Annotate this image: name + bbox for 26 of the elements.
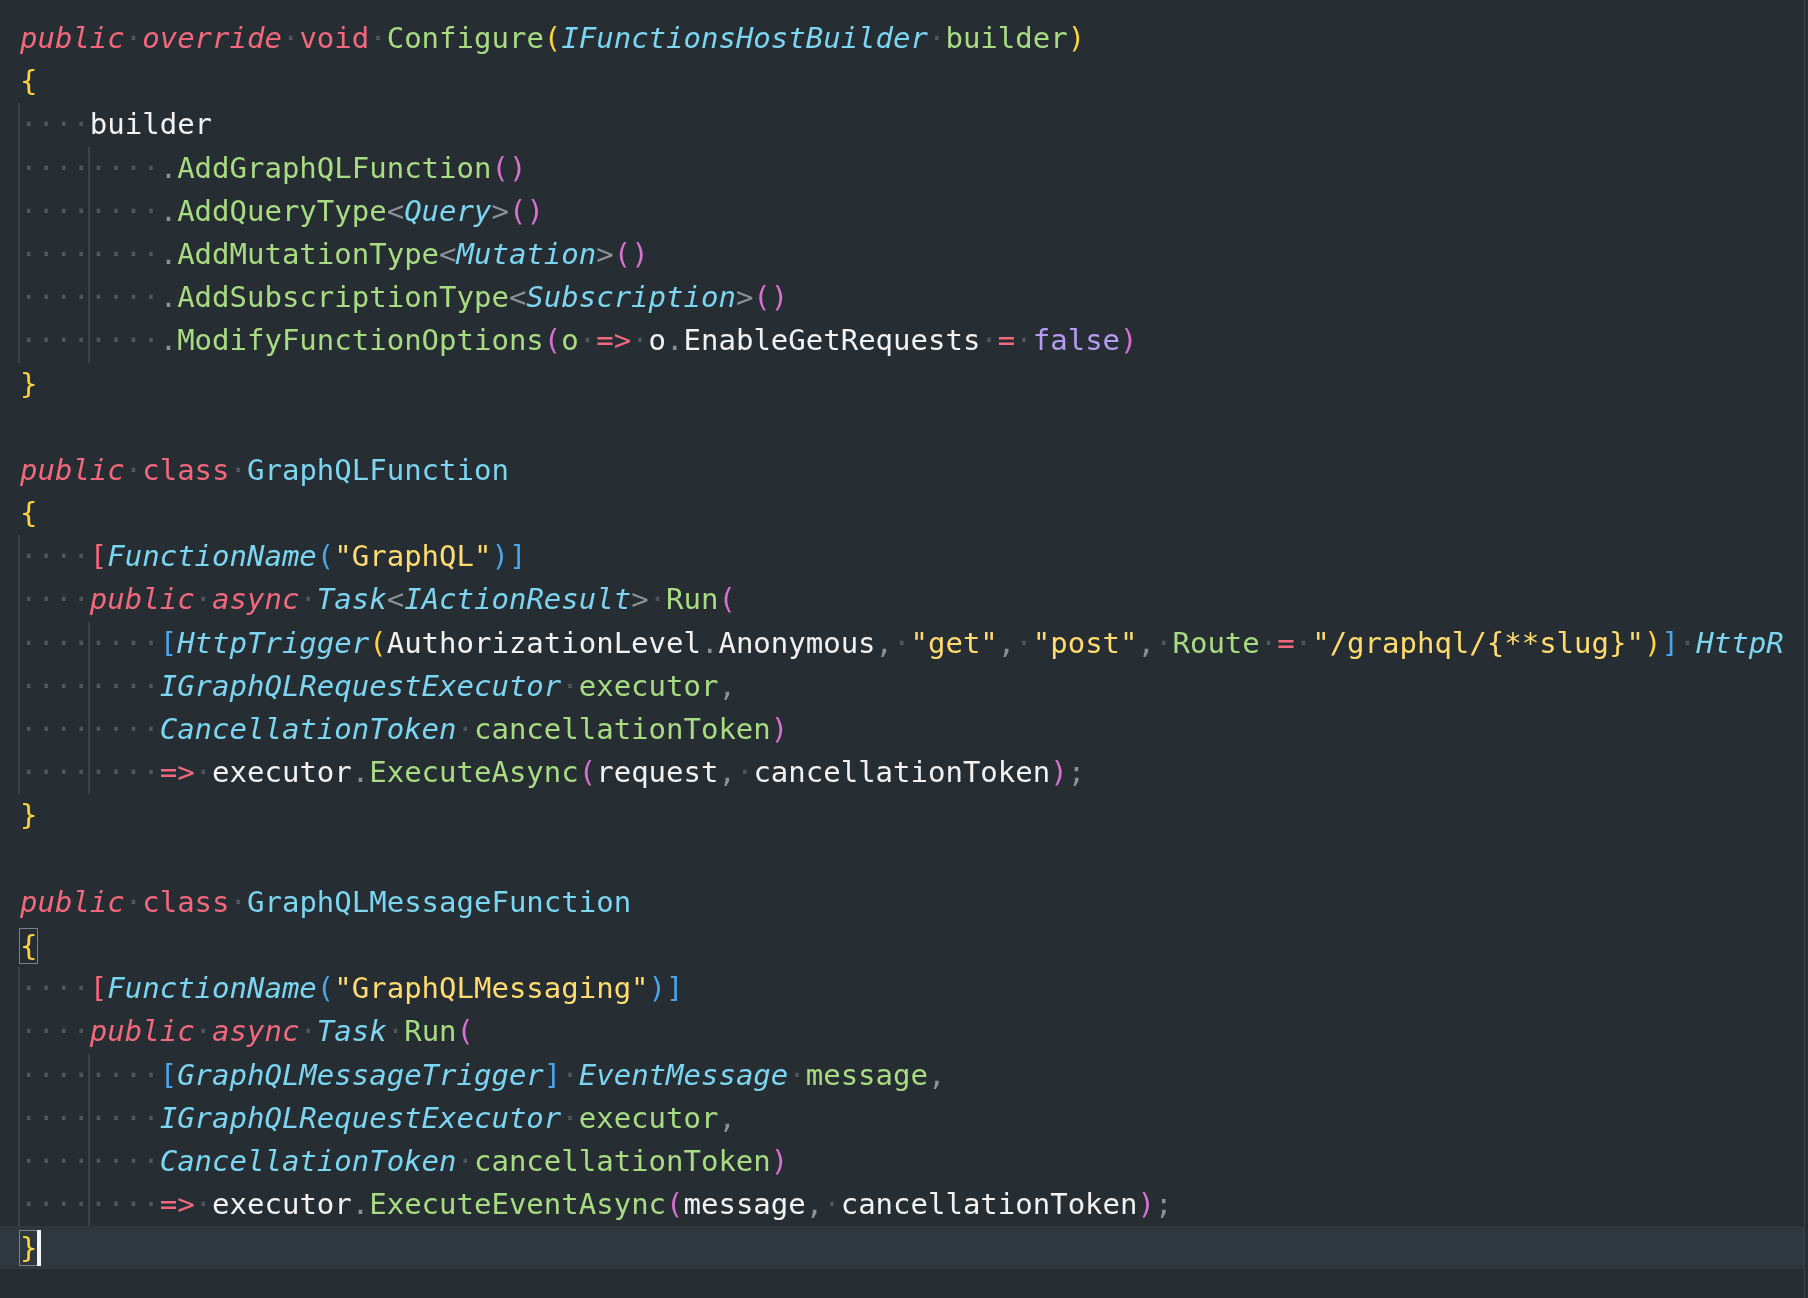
code-line: ····public·async·Task·Run(: [0, 1010, 1804, 1054]
code-line: ····[FunctionName("GraphQLMessaging")]: [0, 967, 1804, 1011]
code-line: ········IGraphQLRequestExecutor·executor,: [0, 1096, 1804, 1140]
code-line: ········=>·executor.ExecuteAsync(request,·cancellationToken);: [0, 751, 1804, 795]
code-line: ····[FunctionName("GraphQL")]: [0, 535, 1804, 579]
code-line: public·class·GraphQLFunction: [19, 451, 510, 489]
code-line: ········CancellationToken·cancellationToken): [0, 708, 1804, 752]
code-line: }: [19, 365, 39, 403]
code-line: ········CancellationToken·cancellationToken): [0, 1139, 1804, 1184]
code-line: public·class·GraphQLMessageFunction: [19, 883, 633, 921]
code-line: }: [19, 797, 39, 835]
code-line: {: [19, 927, 39, 965]
code-line: ········.ModifyFunctionOptions(o·=>·o.EnableGetRequests·=·false): [0, 319, 1804, 363]
code-line: ········.AddGraphQLFunction(): [0, 146, 1804, 190]
code-line: ····builder: [0, 103, 1804, 147]
code-line: {: [19, 495, 39, 533]
code-line: public·override·void·Configure(IFunctionsHostBuilder·builder): [19, 20, 1087, 57]
code-line: ········IGraphQLRequestExecutor·executor,: [0, 664, 1804, 708]
code-line: ········[GraphQLMessageTrigger]·EventMessage·message,: [0, 1053, 1804, 1097]
code-line: ········.AddQueryType<Query>(): [0, 189, 1804, 233]
code-line: ········[HttpTrigger(AuthorizationLevel.Anonymous,·"get",·"post",·Route·=·"/graphql/{**slug}")]·HttpR: [0, 621, 1804, 665]
code-line: {: [19, 63, 39, 101]
code-line: ········.AddMutationType<Mutation>(): [0, 232, 1804, 277]
code-line: ····public·async·Task<IActionResult>·Run(: [0, 578, 1804, 622]
text-cursor: [37, 1229, 42, 1266]
code-line: ········.AddSubscriptionType<Subscription>(): [0, 276, 1804, 320]
